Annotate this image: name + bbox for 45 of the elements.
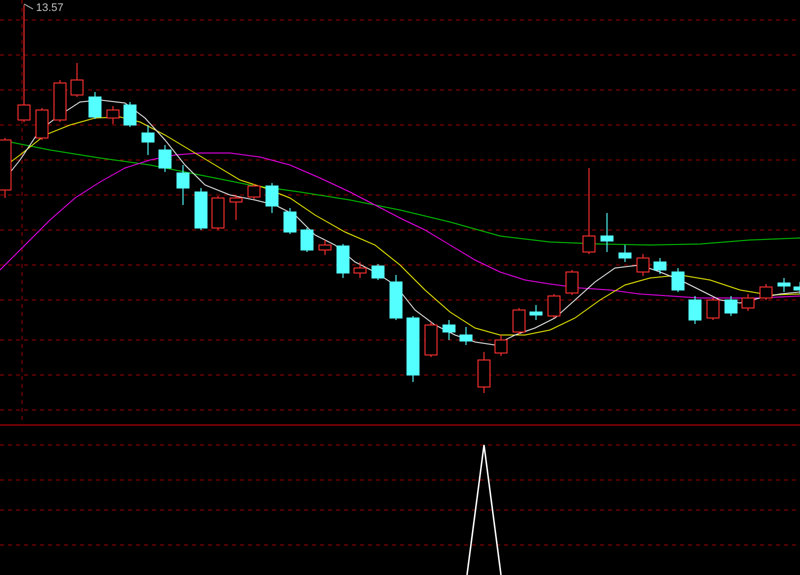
candlestick [336,244,350,278]
candlestick [618,244,632,262]
candlestick [600,212,614,252]
candlestick [70,62,84,98]
candlestick [406,316,420,382]
candlestick [266,182,278,214]
candlestick [124,102,136,128]
candlestick [158,144,172,172]
candlestick [706,298,720,320]
candlestick [300,228,314,252]
candlestick [390,274,402,320]
candlestick [548,294,560,318]
candlestick [688,296,702,324]
candlestick [36,108,48,140]
candlestick [318,240,332,256]
candlestick [230,194,242,220]
candlestick [672,268,684,292]
candlestick [478,352,490,394]
candlestick [212,196,224,230]
candlestick [724,296,738,316]
candlestick [530,304,542,320]
candlestick [494,334,508,356]
candlestick [424,322,438,358]
candlestick [794,282,800,294]
candlestick [88,92,102,120]
candlestick [778,278,790,292]
candlestick [636,254,650,276]
candlestick [106,106,120,124]
candlestick [566,270,578,296]
candlestick [176,164,190,206]
candlestick [248,184,260,200]
leader-line [24,4,34,10]
candlestick [354,262,366,278]
candlestick [142,124,154,156]
candlestick [512,308,526,334]
high-price-label: 13.57 [36,2,64,15]
candlestick [284,208,296,234]
candlestick [442,320,456,340]
candlestick [654,258,666,274]
candlestick [372,264,384,280]
candlestick [760,284,772,300]
candlestick [460,326,472,346]
candlestick [742,294,754,312]
candlestick [194,188,208,230]
candlestick [54,80,66,122]
